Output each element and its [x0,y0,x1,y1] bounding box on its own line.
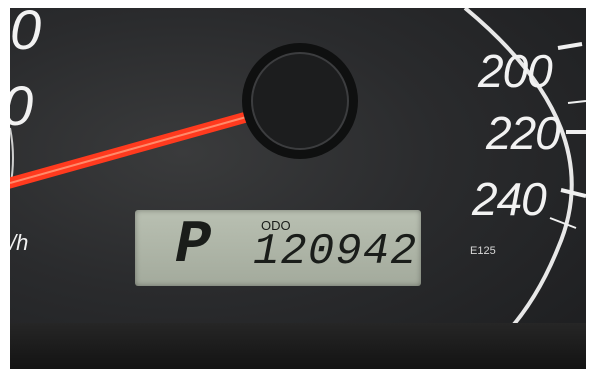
speed-mark-220: 220 [486,107,561,159]
needle-hub [251,52,349,150]
needle-highlight [10,115,251,184]
odometer-reading: 120942 [253,227,418,277]
speed-unit-label: /h [10,230,29,255]
bottom-shadow [10,323,586,369]
tick-mark [549,217,577,229]
speed-mark-200: 200 [478,45,553,97]
left-gauge-digit: 0 [10,78,33,134]
tick-mark [567,100,586,104]
left-gauge-digit: 0 [10,8,42,61]
tick-mark [557,42,583,50]
instrument-cluster-photo: 0 0 /h 200 220 240 E125 P ODO 120942 [10,8,586,369]
gear-indicator: P [175,212,212,280]
speed-mark-240: 240 [472,173,547,225]
emission-code-label: E125 [470,245,496,257]
lcd-display: P ODO 120942 [135,210,421,286]
